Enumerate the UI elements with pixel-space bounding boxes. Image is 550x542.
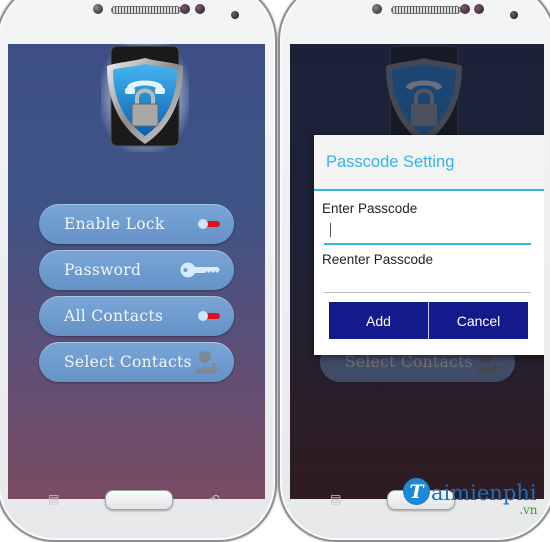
earpiece-speaker <box>391 6 461 14</box>
sensor-dot <box>474 4 484 14</box>
app-screen-dimmed: Select Contacts Passcode Setting Enter P… <box>290 44 544 499</box>
menu-label: Enable Lock <box>64 215 165 233</box>
text-caret <box>330 223 331 237</box>
password-button[interactable]: Password <box>39 250 234 290</box>
add-contact-icon <box>195 351 219 374</box>
reenter-passcode-label: Reenter Passcode <box>322 252 434 267</box>
main-menu: Enable Lock Password All Contacts Select… <box>39 204 234 388</box>
menu-key-icon[interactable]: ▤ <box>48 492 59 506</box>
sensor-dot <box>180 4 190 14</box>
watermark-logo: T aimienphi .vn <box>403 478 538 517</box>
watermark-text: aimienphi <box>431 481 537 505</box>
watermark-initial: T <box>403 478 430 505</box>
shield-lock-logo-icon <box>101 44 189 152</box>
menu-label: Select Contacts <box>345 353 473 371</box>
left-phone: Enable Lock Password All Contacts Select… <box>0 0 277 542</box>
menu-label: Password <box>64 261 142 279</box>
enable-lock-button[interactable]: Enable Lock <box>39 204 234 244</box>
right-phone: Select Contacts Passcode Setting Enter P… <box>278 0 550 542</box>
enter-passcode-label: Enter Passcode <box>322 201 418 216</box>
reenter-passcode-field[interactable] <box>324 270 531 293</box>
sensor-dot <box>460 4 470 14</box>
sensor-dot <box>195 4 205 14</box>
cancel-button[interactable]: Cancel <box>428 302 528 339</box>
home-button[interactable] <box>105 490 173 510</box>
dialog-buttons: Add Cancel <box>329 302 528 339</box>
menu-label: Select Contacts <box>64 353 192 371</box>
front-camera <box>231 11 239 19</box>
back-key-icon[interactable]: ↶ <box>210 492 220 506</box>
earpiece-speaker <box>111 6 181 14</box>
front-camera <box>510 11 518 19</box>
app-screen: Enable Lock Password All Contacts Select… <box>8 44 265 499</box>
toggle-icon[interactable] <box>198 311 220 321</box>
enter-passcode-field[interactable] <box>324 221 531 245</box>
proximity-sensor <box>372 4 382 14</box>
watermark-suffix: .vn <box>519 503 538 517</box>
menu-label: All Contacts <box>64 307 164 325</box>
add-button[interactable]: Add <box>329 302 428 339</box>
proximity-sensor <box>93 4 103 14</box>
toggle-icon[interactable] <box>198 219 220 229</box>
passcode-dialog: Passcode Setting Enter Passcode Reenter … <box>314 135 544 355</box>
dialog-title: Passcode Setting <box>326 152 455 171</box>
menu-key-icon[interactable]: ▤ <box>330 492 341 506</box>
key-icon <box>180 262 220 278</box>
select-contacts-button[interactable]: Select Contacts <box>39 342 234 382</box>
dialog-header: Passcode Setting <box>314 135 544 191</box>
all-contacts-button[interactable]: All Contacts <box>39 296 234 336</box>
